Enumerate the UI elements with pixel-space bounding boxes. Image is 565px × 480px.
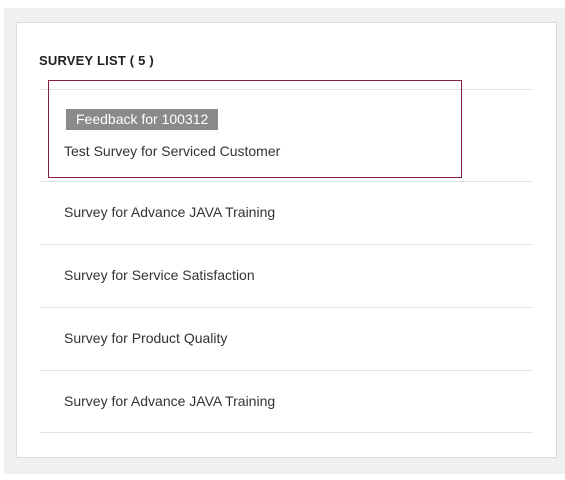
survey-list: Feedback for 100312 Test Survey for Serv…	[40, 80, 533, 433]
page-background: SURVEY LIST ( 5 ) Feedback for 100312 Te…	[4, 8, 565, 474]
survey-item-label: Survey for Service Satisfaction	[64, 267, 255, 283]
survey-list-title: SURVEY LIST ( 5 )	[39, 53, 154, 68]
survey-item-label: Survey for Advance JAVA Training	[64, 204, 276, 220]
survey-tooltip: Feedback for 100312	[66, 109, 219, 130]
survey-item-3[interactable]: Survey for Service Satisfaction	[40, 244, 533, 307]
survey-item-4[interactable]: Survey for Product Quality	[40, 307, 533, 370]
survey-item-2[interactable]: Survey for Advance JAVA Training	[40, 181, 533, 244]
survey-item-label: Survey for Advance JAVA Training	[64, 393, 276, 409]
survey-list-panel: SURVEY LIST ( 5 ) Feedback for 100312 Te…	[16, 22, 557, 458]
survey-item-1[interactable]: Feedback for 100312 Test Survey for Serv…	[40, 80, 533, 181]
survey-item-5[interactable]: Survey for Advance JAVA Training	[40, 370, 533, 433]
survey-item-label: Survey for Product Quality	[64, 330, 228, 346]
survey-item-label: Test Survey for Serviced Customer	[64, 143, 281, 159]
